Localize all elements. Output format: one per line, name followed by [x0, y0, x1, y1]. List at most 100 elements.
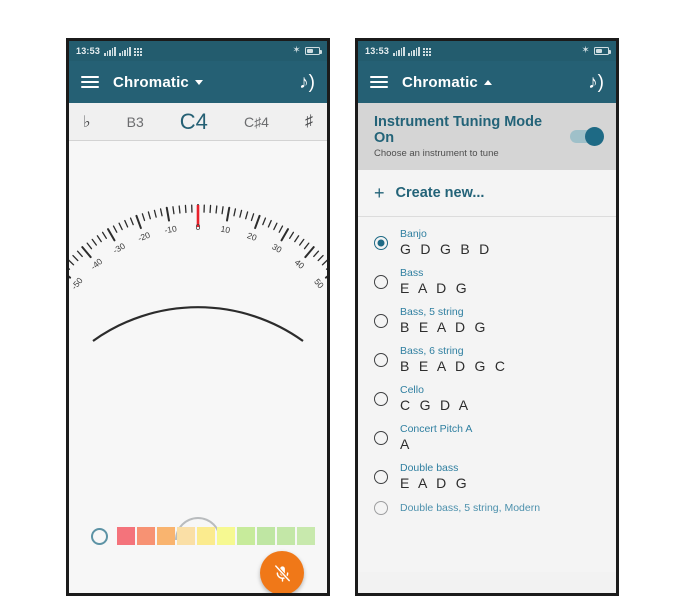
instrument-row-cello[interactable]: Cello C G D A	[358, 379, 616, 418]
svg-text:-10: -10	[164, 223, 178, 235]
instrument-name: Bass, 5 string	[400, 306, 464, 318]
instrument-list[interactable]: Banjo G D G B D Bass E A D G Bass, 5 string B…	[358, 217, 616, 572]
instrument-tuning-mode-toggle[interactable]	[570, 127, 604, 146]
svg-text:-40: -40	[89, 256, 105, 272]
instrument-row-bass-5-string[interactable]: Bass, 5 string B E A D G	[358, 301, 616, 340]
radio-button[interactable]	[374, 313, 388, 328]
signal-bars-icon-r1	[393, 46, 405, 56]
gauge-svg: -50-40 -30 -20 -10 0 10 20 30 40 50	[69, 204, 327, 342]
instrument-strings: B E A D G C	[400, 358, 508, 374]
mobile-data-icon-right	[422, 47, 431, 56]
bluetooth-icon-right: ✶	[581, 45, 590, 56]
meter-swatch-4	[197, 527, 215, 545]
music-note-icon-right[interactable]: ♪)	[588, 73, 604, 92]
radio-button[interactable]	[374, 430, 388, 445]
circle-outline-icon	[91, 527, 108, 545]
svg-text:10: 10	[220, 224, 231, 236]
instrument-strings: E A D G	[400, 280, 470, 296]
previous-note-label[interactable]: B3	[127, 114, 144, 130]
status-bar-time-right: 13:53	[365, 46, 390, 56]
meter-swatch-strip	[117, 527, 315, 545]
svg-text:0: 0	[196, 222, 201, 232]
music-note-icon[interactable]: ♪)	[299, 73, 315, 92]
sharp-symbol-button[interactable]: ♯	[305, 113, 313, 131]
instrument-tuning-mode-title: Instrument Tuning Mode On	[374, 114, 543, 146]
radio-button[interactable]	[374, 469, 388, 484]
phone-left-tuner-screen: 13:53 ✶ Chromatic ♪) ♭ B3 C4 C♯4 ♯ -50 -…	[66, 38, 330, 596]
instrument-texts: Cello C G D A	[400, 384, 471, 413]
meter-swatch-0	[117, 527, 135, 545]
app-bar-title-left[interactable]: Chromatic	[113, 74, 203, 91]
instrument-name: Cello	[400, 384, 424, 396]
instrument-row-bass-6-string[interactable]: Bass, 6 string B E A D G C	[358, 340, 616, 379]
app-bar-title-label: Chromatic	[113, 73, 189, 91]
svg-text:-50: -50	[69, 275, 85, 291]
app-bar-title-right[interactable]: Chromatic	[402, 74, 492, 91]
instrument-strings: B E A D G	[400, 319, 489, 335]
plus-icon: +	[374, 183, 385, 203]
radio-button[interactable]	[374, 501, 388, 515]
radio-button[interactable]	[374, 391, 388, 406]
svg-text:20: 20	[246, 230, 259, 243]
status-bar-left: 13:53 ✶	[69, 41, 327, 61]
battery-icon-right	[594, 47, 611, 55]
meter-swatch-6	[237, 527, 255, 545]
flat-symbol-button[interactable]: ♭	[83, 112, 91, 132]
instrument-strings: A	[400, 436, 413, 452]
mic-muted-icon[interactable]	[260, 551, 304, 593]
current-note-label: C4	[179, 108, 208, 134]
instrument-strings: G D G B D	[400, 241, 493, 257]
svg-text:-20: -20	[136, 230, 151, 244]
next-note-label[interactable]: C♯4	[244, 114, 269, 130]
toggle-thumb	[585, 127, 604, 146]
instrument-texts: Banjo G D G B D	[400, 228, 492, 257]
status-bar-right: 13:53 ✶	[358, 41, 616, 61]
instrument-row-banjo[interactable]: Banjo G D G B D	[358, 223, 616, 262]
screenshot-canvas: 13:53 ✶ Chromatic ♪) ♭ B3 C4 C♯4 ♯ -50 -…	[0, 0, 675, 616]
instrument-name: Bass, 6 string	[400, 345, 464, 357]
create-new-button[interactable]: + Create new...	[358, 170, 616, 217]
meter-swatch-8	[277, 527, 295, 545]
instrument-texts: Double bass E A D G	[400, 462, 469, 491]
radio-button-selected[interactable]	[374, 235, 388, 250]
instrument-name: Double bass, 5 string, Modern	[400, 502, 541, 514]
svg-text:50: 50	[312, 277, 326, 291]
status-bar-right-icons-right: ✶	[581, 45, 611, 56]
battery-icon	[305, 47, 322, 55]
meter-swatch-7	[257, 527, 275, 545]
instrument-strings: C G D A	[400, 397, 471, 413]
phone-right-instrument-list-screen: 13:53 ✶ Chromatic ♪) Instrument Tuning M…	[355, 38, 619, 596]
mic-muted-glyph	[274, 564, 290, 582]
mobile-data-icon	[133, 47, 142, 56]
app-bar-left: Chromatic ♪)	[69, 61, 327, 103]
signal-bars-icon-2	[119, 46, 131, 56]
instrument-texts: Double bass, 5 string, Modern	[400, 502, 540, 514]
status-bar-left-icons-right	[393, 46, 431, 56]
meter-swatch-9	[297, 527, 315, 545]
instrument-row-concert-pitch-a[interactable]: Concert Pitch AA	[358, 418, 616, 457]
radio-button[interactable]	[374, 274, 388, 289]
instrument-texts: Bass, 5 string B E A D G	[400, 306, 488, 335]
instrument-row-double-bass[interactable]: Double bass E A D G	[358, 457, 616, 496]
app-bar-right: Chromatic ♪)	[358, 61, 616, 103]
instrument-name: Banjo	[400, 228, 427, 240]
instrument-row-double-bass-5-string-modern[interactable]: Double bass, 5 string, Modern	[358, 496, 616, 520]
hamburger-menu-icon[interactable]	[81, 73, 99, 91]
status-bar-time: 13:53	[76, 46, 101, 56]
meter-swatch-3	[177, 527, 195, 545]
svg-text:40: 40	[293, 257, 307, 271]
create-new-label: Create new...	[395, 185, 485, 201]
signal-bars-icon	[104, 46, 116, 56]
instrument-row-bass[interactable]: Bass E A D G	[358, 262, 616, 301]
meter-swatch-2	[157, 527, 175, 545]
meter-swatch-1	[137, 527, 155, 545]
status-bar-left-icons	[104, 46, 142, 56]
instrument-texts: Concert Pitch AA	[400, 423, 472, 452]
chevron-up-icon	[483, 79, 492, 85]
instrument-strings: E A D G	[400, 475, 470, 491]
tuning-gauge: -50 -40 -30 -20 -10 0 10 20 30 40 50	[69, 141, 327, 441]
instrument-name: Double bass	[400, 462, 459, 474]
radio-button[interactable]	[374, 352, 388, 367]
note-selector-bar: ♭ B3 C4 C♯4 ♯	[69, 103, 327, 141]
hamburger-menu-icon-right[interactable]	[370, 73, 388, 91]
